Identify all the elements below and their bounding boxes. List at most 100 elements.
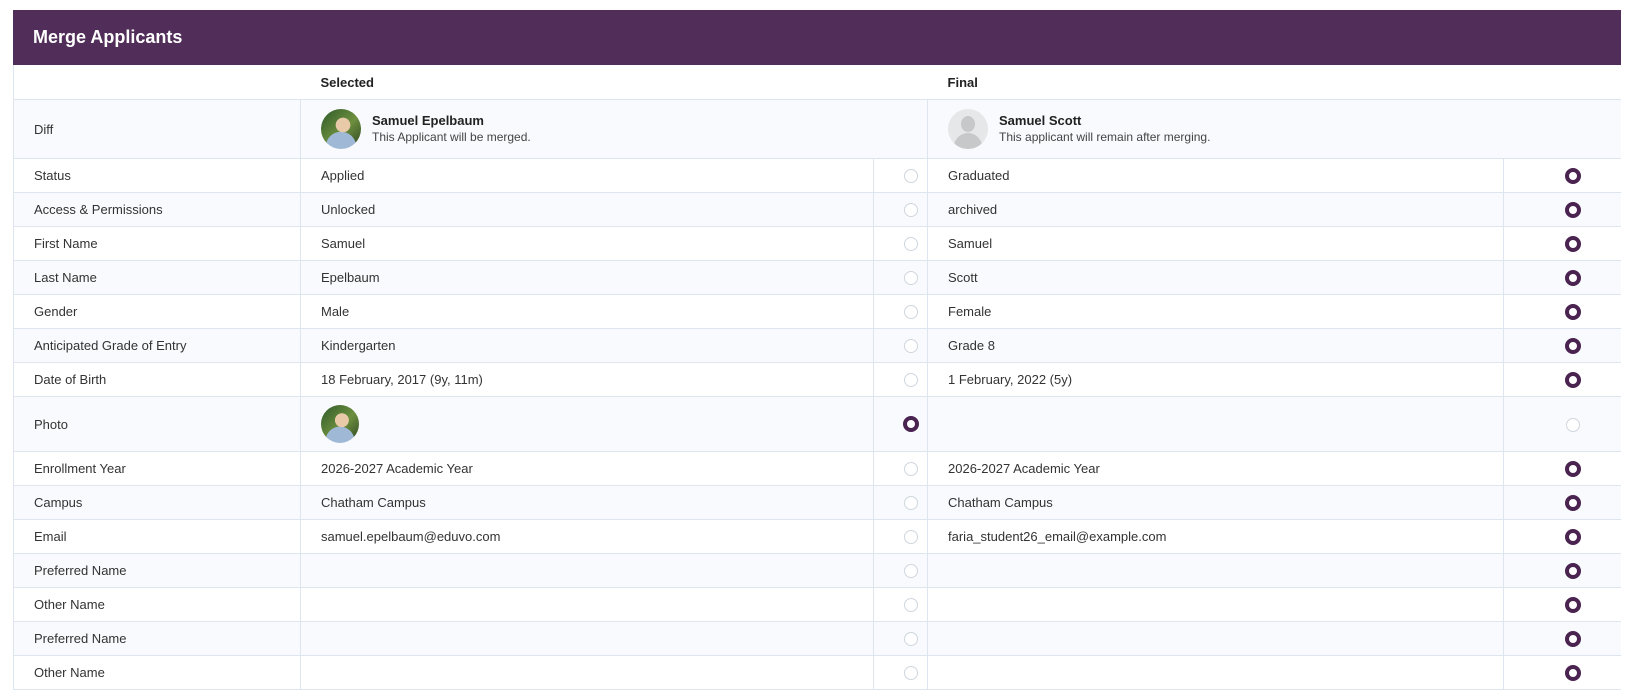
diff-row: Diff Samuel Epelbaum This Applicant will… — [13, 99, 1621, 159]
selected-value: Applied — [300, 158, 874, 193]
field-label: First Name — [13, 226, 301, 261]
final-radio-cell — [1503, 226, 1621, 261]
final-value — [927, 655, 1505, 690]
field-row: Status Applied Graduated — [13, 158, 1621, 193]
final-radio-cell — [1503, 519, 1621, 554]
final-radio-cell — [1503, 553, 1621, 588]
selected-radio-cell — [872, 451, 929, 486]
page-title: Merge Applicants — [33, 27, 183, 47]
final-value: Female — [927, 294, 1505, 329]
final-radio-cell — [1503, 485, 1621, 520]
select-selected-radio[interactable] — [903, 305, 918, 320]
final-value: Samuel — [927, 226, 1505, 261]
selected-radio-cell — [872, 553, 929, 588]
diff-label: Diff — [13, 99, 301, 159]
select-final-radio[interactable] — [1564, 371, 1581, 388]
select-selected-radio[interactable] — [902, 416, 919, 433]
field-label: Campus — [13, 485, 301, 520]
field-row: Anticipated Grade of Entry Kindergarten Gr… — [13, 328, 1621, 363]
select-final-radio[interactable] — [1564, 269, 1581, 286]
label-column-header — [13, 65, 301, 100]
applicant-photo — [321, 405, 359, 443]
select-selected-radio[interactable] — [903, 462, 918, 477]
field-label: Photo — [13, 396, 301, 452]
field-label: Preferred Name — [13, 553, 301, 588]
field-label: Preferred Name — [13, 621, 301, 656]
select-selected-radio[interactable] — [903, 203, 918, 218]
selected-radio-cell — [872, 485, 929, 520]
final-radio-cell — [1503, 260, 1621, 295]
person-placeholder-icon — [948, 109, 989, 149]
selected-value: samuel.epelbaum@eduvo.com — [300, 519, 874, 554]
selected-value: Epelbaum — [300, 260, 874, 295]
select-final-radio[interactable] — [1565, 417, 1580, 432]
column-header-row: Selected Final — [13, 65, 1621, 100]
final-radio-cell — [1503, 587, 1621, 622]
final-value: Scott — [927, 260, 1505, 295]
field-row: Preferred Name — [13, 553, 1621, 588]
selected-value: Male — [300, 294, 874, 329]
selected-radio-cell — [872, 294, 929, 329]
final-radio-cell — [1503, 192, 1621, 227]
select-final-radio[interactable] — [1564, 528, 1581, 545]
field-row: Enrollment Year 2026-2027 Academic Year 20… — [13, 451, 1621, 486]
select-selected-radio[interactable] — [903, 496, 918, 511]
selected-applicant-cell: Samuel Epelbaum This Applicant will be m… — [299, 99, 929, 159]
final-value — [927, 587, 1505, 622]
select-final-radio[interactable] — [1564, 201, 1581, 218]
panel-header: Merge Applicants — [13, 10, 1621, 65]
final-applicant-note: This applicant will remain after merging… — [999, 130, 1211, 144]
select-selected-radio[interactable] — [903, 564, 918, 579]
select-selected-radio[interactable] — [903, 373, 918, 388]
applicant-photo — [321, 109, 361, 149]
selected-value — [300, 587, 874, 622]
selected-radio-cell — [872, 260, 929, 295]
field-label: Date of Birth — [13, 362, 301, 397]
final-applicant: Samuel Scott This applicant will remain … — [948, 109, 1621, 149]
select-selected-radio[interactable] — [903, 339, 918, 354]
merge-table: Selected Final Diff Samuel Epelbaum This… — [13, 65, 1621, 690]
selected-value — [300, 621, 874, 656]
field-label: Other Name — [13, 587, 301, 622]
select-final-radio[interactable] — [1564, 235, 1581, 252]
select-final-radio[interactable] — [1564, 167, 1581, 184]
final-value: archived — [927, 192, 1505, 227]
select-final-radio[interactable] — [1564, 562, 1581, 579]
final-radio-cell — [1503, 158, 1621, 193]
select-selected-radio[interactable] — [903, 632, 918, 647]
select-selected-radio[interactable] — [903, 598, 918, 613]
select-final-radio[interactable] — [1564, 630, 1581, 647]
select-final-radio[interactable] — [1564, 460, 1581, 477]
select-selected-radio[interactable] — [903, 237, 918, 252]
select-selected-radio[interactable] — [903, 271, 918, 286]
selected-applicant-name: Samuel Epelbaum — [372, 113, 484, 128]
field-label: Anticipated Grade of Entry — [13, 328, 301, 363]
select-final-radio[interactable] — [1564, 337, 1581, 354]
selected-radio-cell — [872, 655, 929, 690]
select-selected-radio[interactable] — [903, 169, 918, 184]
final-value: Graduated — [927, 158, 1505, 193]
select-final-radio[interactable] — [1564, 303, 1581, 320]
selected-column-header: Selected — [300, 65, 928, 100]
select-selected-radio[interactable] — [903, 666, 918, 681]
select-selected-radio[interactable] — [903, 530, 918, 545]
field-label: Gender — [13, 294, 301, 329]
selected-radio-cell — [872, 158, 929, 193]
selected-value: Kindergarten — [300, 328, 874, 363]
field-row: Email samuel.epelbaum@eduvo.com faria_stud… — [13, 519, 1621, 554]
selected-applicant: Samuel Epelbaum This Applicant will be m… — [321, 109, 927, 149]
field-label: Email — [13, 519, 301, 554]
merge-applicants-panel: Merge Applicants Selected Final Diff Sam… — [13, 10, 1621, 697]
field-row: Access & Permissions Unlocked archived — [13, 192, 1621, 227]
final-value: Grade 8 — [927, 328, 1505, 363]
selected-radio-cell — [872, 519, 929, 554]
select-final-radio[interactable] — [1564, 596, 1581, 613]
field-label: Enrollment Year — [13, 451, 301, 486]
selected-applicant-note: This Applicant will be merged. — [372, 130, 531, 144]
final-radio-cell — [1503, 655, 1621, 690]
final-value: Chatham Campus — [927, 485, 1505, 520]
final-applicant-name: Samuel Scott — [999, 113, 1082, 128]
select-final-radio[interactable] — [1564, 494, 1581, 511]
final-applicant-cell: Samuel Scott This applicant will remain … — [927, 99, 1621, 159]
select-final-radio[interactable] — [1564, 664, 1581, 681]
